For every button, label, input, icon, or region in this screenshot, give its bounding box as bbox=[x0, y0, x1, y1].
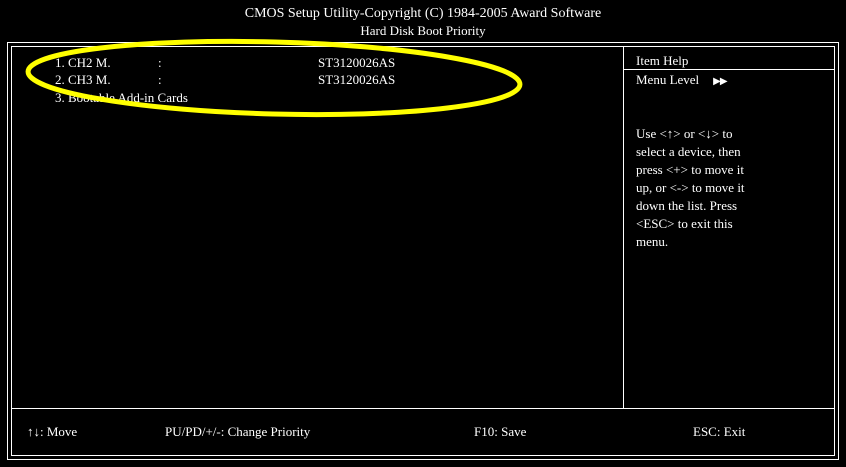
highlight-ellipse-shape bbox=[25, 38, 523, 118]
highlight-ellipse bbox=[25, 38, 523, 118]
